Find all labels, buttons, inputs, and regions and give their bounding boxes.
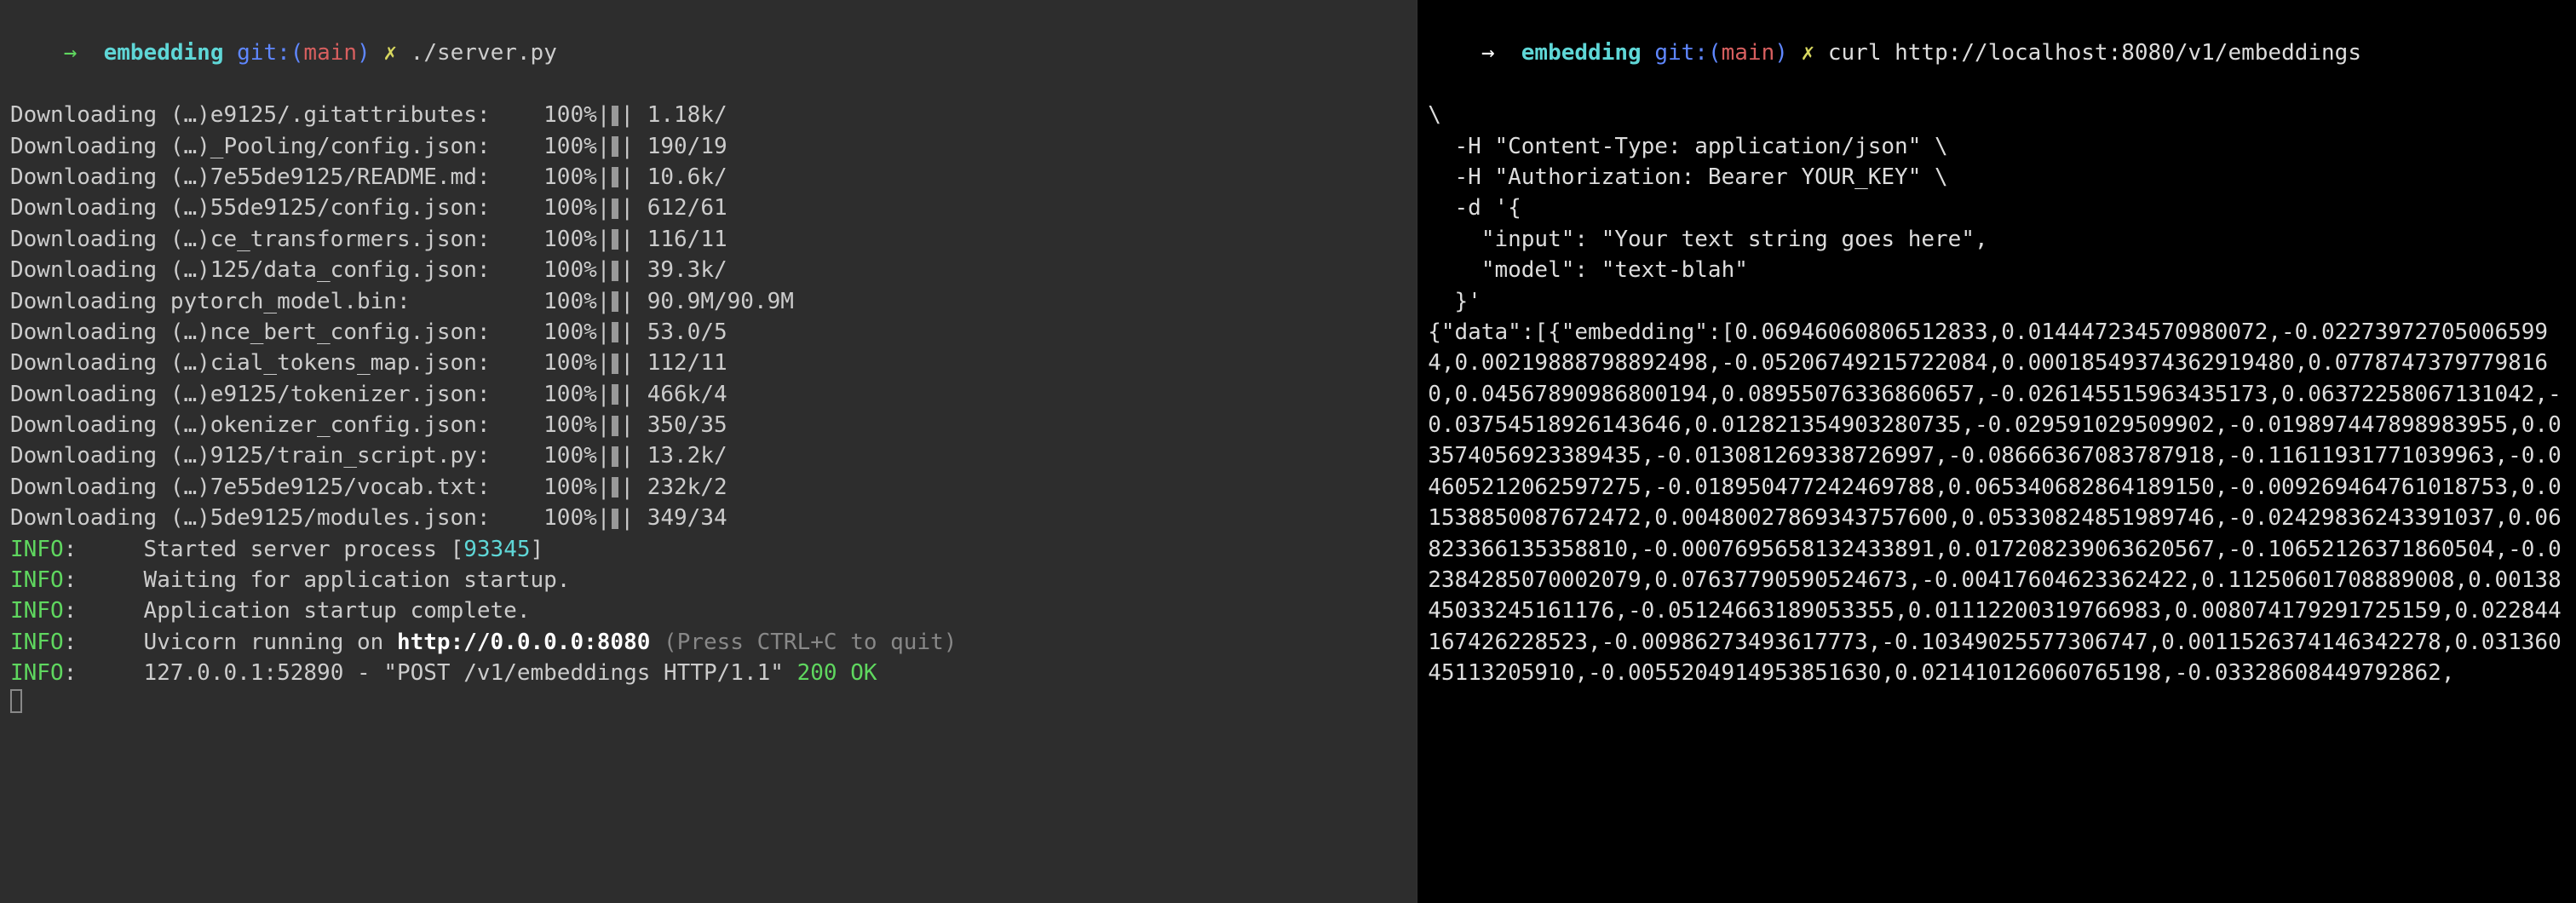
progress-bar-icon xyxy=(612,229,618,250)
log-text: Application startup complete. xyxy=(144,598,531,624)
download-line: Downloading (…)cial_tokens_map.json: 100… xyxy=(10,348,1406,378)
progress-bar-icon xyxy=(612,416,618,436)
server-pid: 93345 xyxy=(463,537,530,562)
git-label: git:( xyxy=(1654,40,1721,66)
prompt-arrow-icon: → xyxy=(1481,40,1495,66)
shell-prompt-left: → embedding git:(main) ✗ ./server.py xyxy=(10,7,1406,100)
log-level: INFO xyxy=(10,598,64,624)
git-branch: main xyxy=(1722,40,1775,66)
download-line: Downloading pytorch_model.bin: 100%|| 90… xyxy=(10,286,1406,317)
cursor-line[interactable] xyxy=(10,689,1406,722)
shell-prompt-right: → embedding git:(main) ✗ curl http://loc… xyxy=(1428,7,2566,100)
terminal-pane-right[interactable]: → embedding git:(main) ✗ curl http://loc… xyxy=(1417,0,2576,903)
log-line: INFO: Uvicorn running on http://0.0.0.0:… xyxy=(10,627,1406,658)
curl-line: -H "Content-Type: application/json" \ xyxy=(1428,131,2566,162)
progress-bar-icon xyxy=(612,106,618,126)
http-request: "POST /v1/embeddings HTTP/1.1" xyxy=(383,660,784,686)
download-line: Downloading (…)ce_transformers.json: 100… xyxy=(10,224,1406,255)
terminal-pane-left[interactable]: → embedding git:(main) ✗ ./server.py Dow… xyxy=(0,0,1417,903)
progress-bar-icon xyxy=(612,167,618,187)
download-line: Downloading (…)okenizer_config.json: 100… xyxy=(10,410,1406,440)
git-dirty-icon: ✗ xyxy=(383,40,397,66)
curl-command-body: \ -H "Content-Type: application/json" \ … xyxy=(1428,100,2566,317)
progress-bar-icon xyxy=(612,322,618,342)
json-response: {"data":[{"embedding":[0.069460608065128… xyxy=(1428,317,2566,689)
download-line: Downloading (…)9125/train_script.py: 100… xyxy=(10,440,1406,471)
download-line: Downloading (…)nce_bert_config.json: 100… xyxy=(10,317,1406,348)
git-label: git:( xyxy=(237,40,303,66)
log-line: INFO: 127.0.0.1:52890 - "POST /v1/embedd… xyxy=(10,658,1406,688)
log-level: INFO xyxy=(10,537,64,562)
curl-line: -H "Authorization: Bearer YOUR_KEY" \ xyxy=(1428,162,2566,193)
download-line: Downloading (…)e9125/tokenizer.json: 100… xyxy=(10,379,1406,410)
download-line: Downloading (…)125/data_config.json: 100… xyxy=(10,255,1406,285)
curl-line: "model": "text-blah" xyxy=(1428,255,2566,285)
download-line: Downloading (…)7e55de9125/README.md: 100… xyxy=(10,162,1406,193)
progress-bar-icon xyxy=(612,446,618,467)
progress-bar-icon xyxy=(612,198,618,219)
download-line: Downloading (…)7e55de9125/vocab.txt: 100… xyxy=(10,472,1406,503)
log-text: Started server process [ xyxy=(144,537,464,562)
cursor-icon xyxy=(10,689,22,713)
command-text: curl http://localhost:8080/v1/embeddings xyxy=(1828,40,2361,66)
progress-bar-icon xyxy=(612,261,618,281)
log-line: INFO: Started server process [93345] xyxy=(10,534,1406,565)
log-level: INFO xyxy=(10,660,64,686)
git-branch: main xyxy=(303,40,357,66)
command-text: ./server.py xyxy=(411,40,557,66)
log-level: INFO xyxy=(10,567,64,593)
progress-bar-icon xyxy=(612,384,618,405)
download-line: Downloading (…)55de9125/config.json: 100… xyxy=(10,193,1406,223)
git-close: ) xyxy=(1774,40,1788,66)
log-line: INFO: Application startup complete. xyxy=(10,595,1406,626)
progress-bar-icon xyxy=(612,477,618,498)
progress-bar-icon xyxy=(612,136,618,157)
prompt-dir: embedding xyxy=(104,40,224,66)
progress-bar-icon xyxy=(612,509,618,529)
curl-line: \ xyxy=(1428,100,2566,130)
log-line: INFO: Waiting for application startup. xyxy=(10,565,1406,595)
prompt-dir: embedding xyxy=(1521,40,1642,66)
download-line: Downloading (…)5de9125/modules.json: 100… xyxy=(10,503,1406,533)
log-level: INFO xyxy=(10,630,64,655)
http-status: 200 OK xyxy=(797,660,877,686)
progress-bar-icon xyxy=(612,354,618,374)
curl-line: }' xyxy=(1428,286,2566,317)
curl-line: -d '{ xyxy=(1428,193,2566,223)
git-close: ) xyxy=(357,40,371,66)
log-text: Waiting for application startup. xyxy=(144,567,571,593)
downloads-list: Downloading (…)e9125/.gitattributes: 100… xyxy=(10,100,1406,533)
download-line: Downloading (…)e9125/.gitattributes: 100… xyxy=(10,100,1406,130)
server-url: http://0.0.0.0:8080 xyxy=(397,630,650,655)
curl-line: "input": "Your text string goes here", xyxy=(1428,224,2566,255)
git-dirty-icon: ✗ xyxy=(1802,40,1815,66)
prompt-arrow-icon: → xyxy=(64,40,78,66)
progress-bar-icon xyxy=(612,291,618,312)
download-line: Downloading (…)_Pooling/config.json: 100… xyxy=(10,131,1406,162)
